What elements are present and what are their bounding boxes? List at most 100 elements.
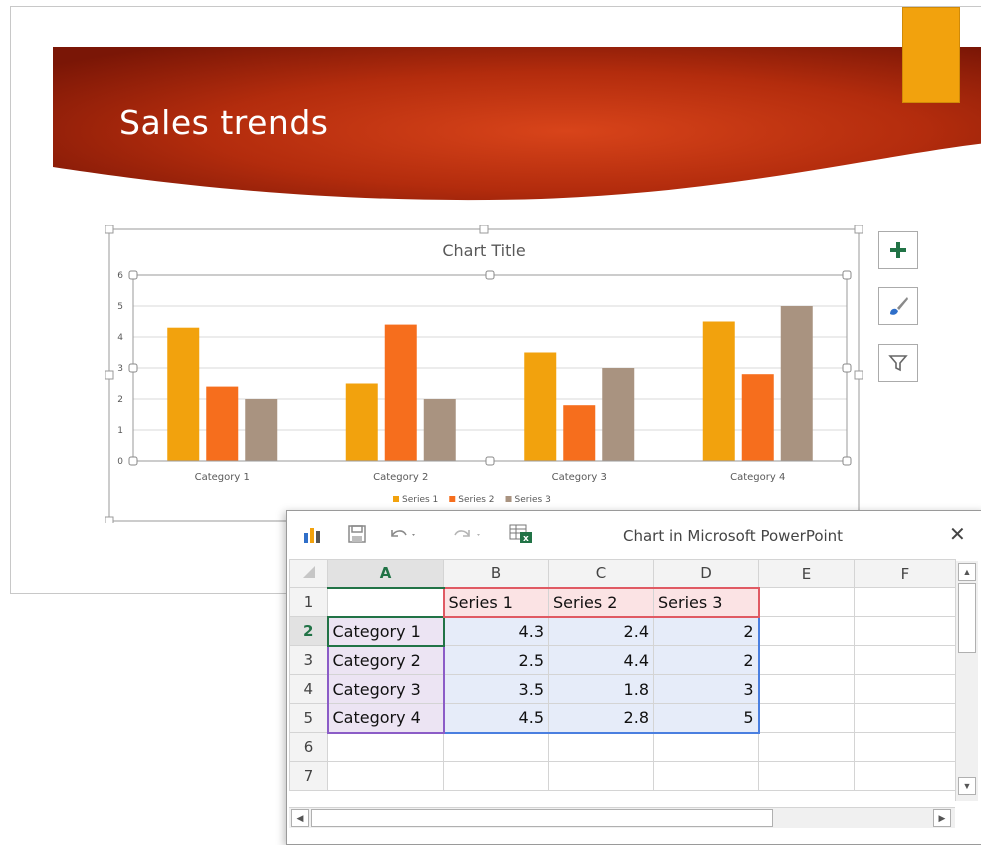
- cell-e3[interactable]: [758, 645, 855, 675]
- scroll-up-arrow-icon[interactable]: ▲: [958, 563, 976, 581]
- cell-e7[interactable]: [758, 761, 855, 791]
- cell-b3[interactable]: 2.5: [443, 645, 549, 675]
- cell-a6[interactable]: [327, 732, 444, 762]
- plot-resize-handle[interactable]: [842, 270, 852, 280]
- bar-series-1[interactable]: [345, 383, 378, 462]
- plot-resize-handle[interactable]: [842, 456, 852, 466]
- cell-b5[interactable]: 4.5: [443, 703, 549, 734]
- bar-series-1[interactable]: [702, 321, 735, 462]
- column-header-f[interactable]: F: [854, 559, 956, 588]
- horizontal-scrollbar[interactable]: ◀ ▶: [289, 807, 955, 828]
- cell-b1[interactable]: Series 1: [442, 586, 549, 617]
- vertical-scroll-thumb[interactable]: [958, 583, 976, 653]
- chart-data-window[interactable]: x Chart in Microsoft PowerPoint ✕ A B C …: [286, 510, 981, 845]
- plot-resize-handle[interactable]: [485, 456, 495, 466]
- bar-series-3[interactable]: [780, 306, 813, 461]
- cell-f2[interactable]: [854, 616, 956, 646]
- cell-b4[interactable]: 3.5: [443, 674, 549, 704]
- chart-elements-button[interactable]: [878, 231, 918, 269]
- cell-c1[interactable]: Series 2: [548, 586, 654, 617]
- close-button[interactable]: ✕: [949, 523, 966, 545]
- cell-f1[interactable]: [854, 587, 956, 617]
- edit-in-excel-icon[interactable]: x: [509, 523, 533, 545]
- plot-resize-handle[interactable]: [128, 270, 138, 280]
- cell-d5[interactable]: 5: [653, 703, 760, 734]
- cell-c4[interactable]: 1.8: [548, 674, 654, 704]
- row-header[interactable]: 3: [289, 645, 328, 675]
- cell-e1[interactable]: [758, 587, 855, 617]
- spreadsheet-grid[interactable]: A B C D E F 1 Series 1 Series 2 Series 3…: [289, 559, 956, 791]
- plot-resize-handle[interactable]: [485, 270, 495, 280]
- save-icon[interactable]: [347, 523, 367, 545]
- resize-handle[interactable]: [105, 225, 114, 234]
- column-header-b[interactable]: B: [443, 559, 549, 588]
- chart-title[interactable]: Chart Title: [105, 241, 863, 260]
- cell-e2[interactable]: [758, 616, 855, 646]
- bar-series-2[interactable]: [563, 405, 596, 461]
- cell-b7[interactable]: [443, 761, 549, 791]
- scroll-left-arrow-icon[interactable]: ◀: [291, 809, 309, 827]
- cell-c3[interactable]: 4.4: [548, 645, 654, 675]
- vertical-scrollbar[interactable]: ▲ ▼: [955, 561, 978, 801]
- cell-a7[interactable]: [327, 761, 444, 791]
- bar-series-3[interactable]: [602, 368, 635, 461]
- bar-series-3[interactable]: [423, 399, 456, 461]
- cell-f5[interactable]: [854, 703, 956, 733]
- cell-f7[interactable]: [854, 761, 956, 791]
- cell-a1[interactable]: [327, 587, 444, 617]
- row-header[interactable]: 4: [289, 674, 328, 704]
- redo-icon[interactable]: [452, 523, 484, 545]
- bar-series-1[interactable]: [524, 352, 557, 462]
- resize-handle[interactable]: [479, 225, 489, 234]
- row-header[interactable]: 2: [289, 616, 328, 646]
- bar-series-1[interactable]: [167, 327, 200, 461]
- resize-handle[interactable]: [854, 225, 863, 234]
- cell-d1[interactable]: Series 3: [653, 586, 760, 617]
- bar-series-3[interactable]: [245, 399, 278, 461]
- cell-d2[interactable]: 2: [653, 615, 760, 646]
- cell-d3[interactable]: 2: [653, 645, 760, 675]
- row-header[interactable]: 7: [289, 761, 328, 791]
- cell-d4[interactable]: 3: [653, 674, 760, 704]
- chart-styles-button[interactable]: [878, 287, 918, 325]
- cell-f3[interactable]: [854, 645, 956, 675]
- scroll-right-arrow-icon[interactable]: ▶: [933, 809, 951, 827]
- cell-b6[interactable]: [443, 732, 549, 762]
- cell-a5[interactable]: Category 4: [326, 703, 445, 734]
- plot-resize-handle[interactable]: [842, 363, 852, 373]
- cell-d6[interactable]: [653, 732, 759, 762]
- scroll-down-arrow-icon[interactable]: ▼: [958, 777, 976, 795]
- undo-icon[interactable]: [387, 523, 419, 545]
- column-header-c[interactable]: C: [548, 559, 654, 588]
- bar-series-2[interactable]: [384, 324, 417, 461]
- cell-d7[interactable]: [653, 761, 759, 791]
- cell-c5[interactable]: 2.8: [548, 703, 654, 734]
- bar-series-2[interactable]: [206, 386, 239, 461]
- cell-c2[interactable]: 2.4: [548, 615, 654, 646]
- row-header[interactable]: 1: [289, 587, 328, 617]
- chart[interactable]: 0 1 2 3 4 5 6 Category 1 Category 2 Category 3 Ca…: [105, 225, 863, 523]
- cell-e6[interactable]: [758, 732, 855, 762]
- cell-e4[interactable]: [758, 674, 855, 704]
- horizontal-scroll-thumb[interactable]: [311, 809, 773, 827]
- row-header[interactable]: 6: [289, 732, 328, 762]
- cell-a4[interactable]: Category 3: [326, 674, 445, 704]
- resize-handle[interactable]: [105, 516, 114, 523]
- resize-handle[interactable]: [854, 370, 863, 380]
- column-header-e[interactable]: E: [758, 559, 855, 588]
- slide-title[interactable]: Sales trends: [119, 103, 328, 142]
- plot-resize-handle[interactable]: [128, 456, 138, 466]
- cell-f4[interactable]: [854, 674, 956, 704]
- cell-a2[interactable]: Category 1: [326, 615, 445, 647]
- cell-c6[interactable]: [548, 732, 654, 762]
- row-header[interactable]: 5: [289, 703, 328, 733]
- column-header-a[interactable]: A: [327, 559, 444, 589]
- bar-series-2[interactable]: [741, 374, 774, 461]
- cell-c7[interactable]: [548, 761, 654, 791]
- cell-f6[interactable]: [854, 732, 956, 762]
- chart-filters-button[interactable]: [878, 344, 918, 382]
- cell-b2[interactable]: 4.3: [443, 615, 549, 646]
- select-all-corner[interactable]: [289, 559, 328, 588]
- column-header-d[interactable]: D: [653, 559, 759, 588]
- cell-a3[interactable]: Category 2: [326, 645, 445, 675]
